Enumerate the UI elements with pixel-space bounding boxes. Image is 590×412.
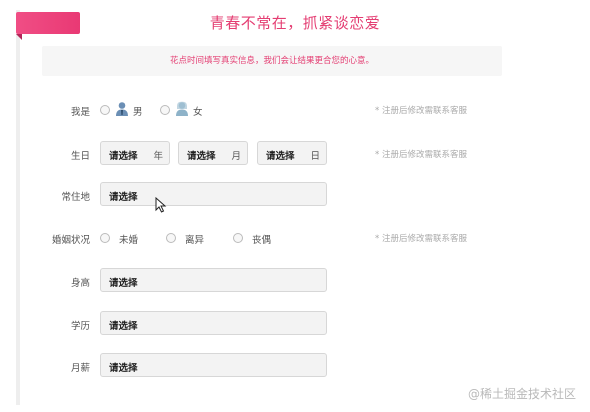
birth-day-unit: 日 xyxy=(310,151,320,162)
gender-male-label: 男 xyxy=(133,107,143,118)
marital-widowed-label: 丧偶 xyxy=(252,235,272,246)
height-label: 身高 xyxy=(70,278,90,289)
birthday-label: 生日 xyxy=(70,151,90,162)
height-select[interactable]: 请选择 xyxy=(100,268,327,292)
watermark: @稀土掘金技术社区 xyxy=(467,387,576,401)
male-user-icon xyxy=(116,102,128,116)
corner-ribbon-fold xyxy=(16,34,22,40)
residence-select[interactable]: 请选择 xyxy=(100,182,327,206)
birth-year-unit: 年 xyxy=(153,151,163,162)
marital-widowed-radio[interactable] xyxy=(233,233,243,243)
gender-label: 我是 xyxy=(70,107,90,118)
birth-day-select[interactable]: 请选择 日 xyxy=(257,141,327,165)
salary-select[interactable]: 请选择 xyxy=(100,353,327,377)
birth-day-value: 请选择 xyxy=(266,151,295,162)
birthday-note: * 注册后修改需联系客服 xyxy=(375,150,467,160)
residence-label: 常住地 xyxy=(61,192,90,203)
salary-value: 请选择 xyxy=(109,363,138,374)
education-value: 请选择 xyxy=(109,321,138,332)
education-label: 学历 xyxy=(70,321,90,332)
residence-value: 请选择 xyxy=(109,192,138,203)
gender-male-radio[interactable] xyxy=(100,105,110,115)
education-select[interactable]: 请选择 xyxy=(100,311,327,335)
marital-divorced-label: 离异 xyxy=(185,235,205,246)
marital-single-label: 未婚 xyxy=(119,235,139,246)
marital-single-radio[interactable] xyxy=(100,233,110,243)
birth-month-select[interactable]: 请选择 月 xyxy=(178,141,248,165)
marital-divorced-radio[interactable] xyxy=(166,233,176,243)
birth-month-value: 请选择 xyxy=(187,151,216,162)
mouse-cursor-icon xyxy=(155,197,167,213)
birth-year-select[interactable]: 请选择 年 xyxy=(100,141,170,165)
page-title: 青春不常在，抓紧谈恋爱 xyxy=(209,14,381,32)
gender-female-label: 女 xyxy=(193,107,203,118)
gender-female-radio[interactable] xyxy=(160,105,170,115)
notice-bar: 花点时间填写真实信息，我们会让结果更合您的心意。 xyxy=(42,46,502,76)
birth-month-unit: 月 xyxy=(231,151,241,162)
marital-label: 婚姻状况 xyxy=(51,235,90,246)
female-user-icon xyxy=(176,101,188,116)
salary-label: 月薪 xyxy=(70,363,90,374)
birth-year-value: 请选择 xyxy=(109,151,138,162)
left-rail xyxy=(16,10,20,405)
gender-note: * 注册后修改需联系客服 xyxy=(375,106,467,116)
height-value: 请选择 xyxy=(109,278,138,289)
marital-note: * 注册后修改需联系客服 xyxy=(375,234,467,244)
